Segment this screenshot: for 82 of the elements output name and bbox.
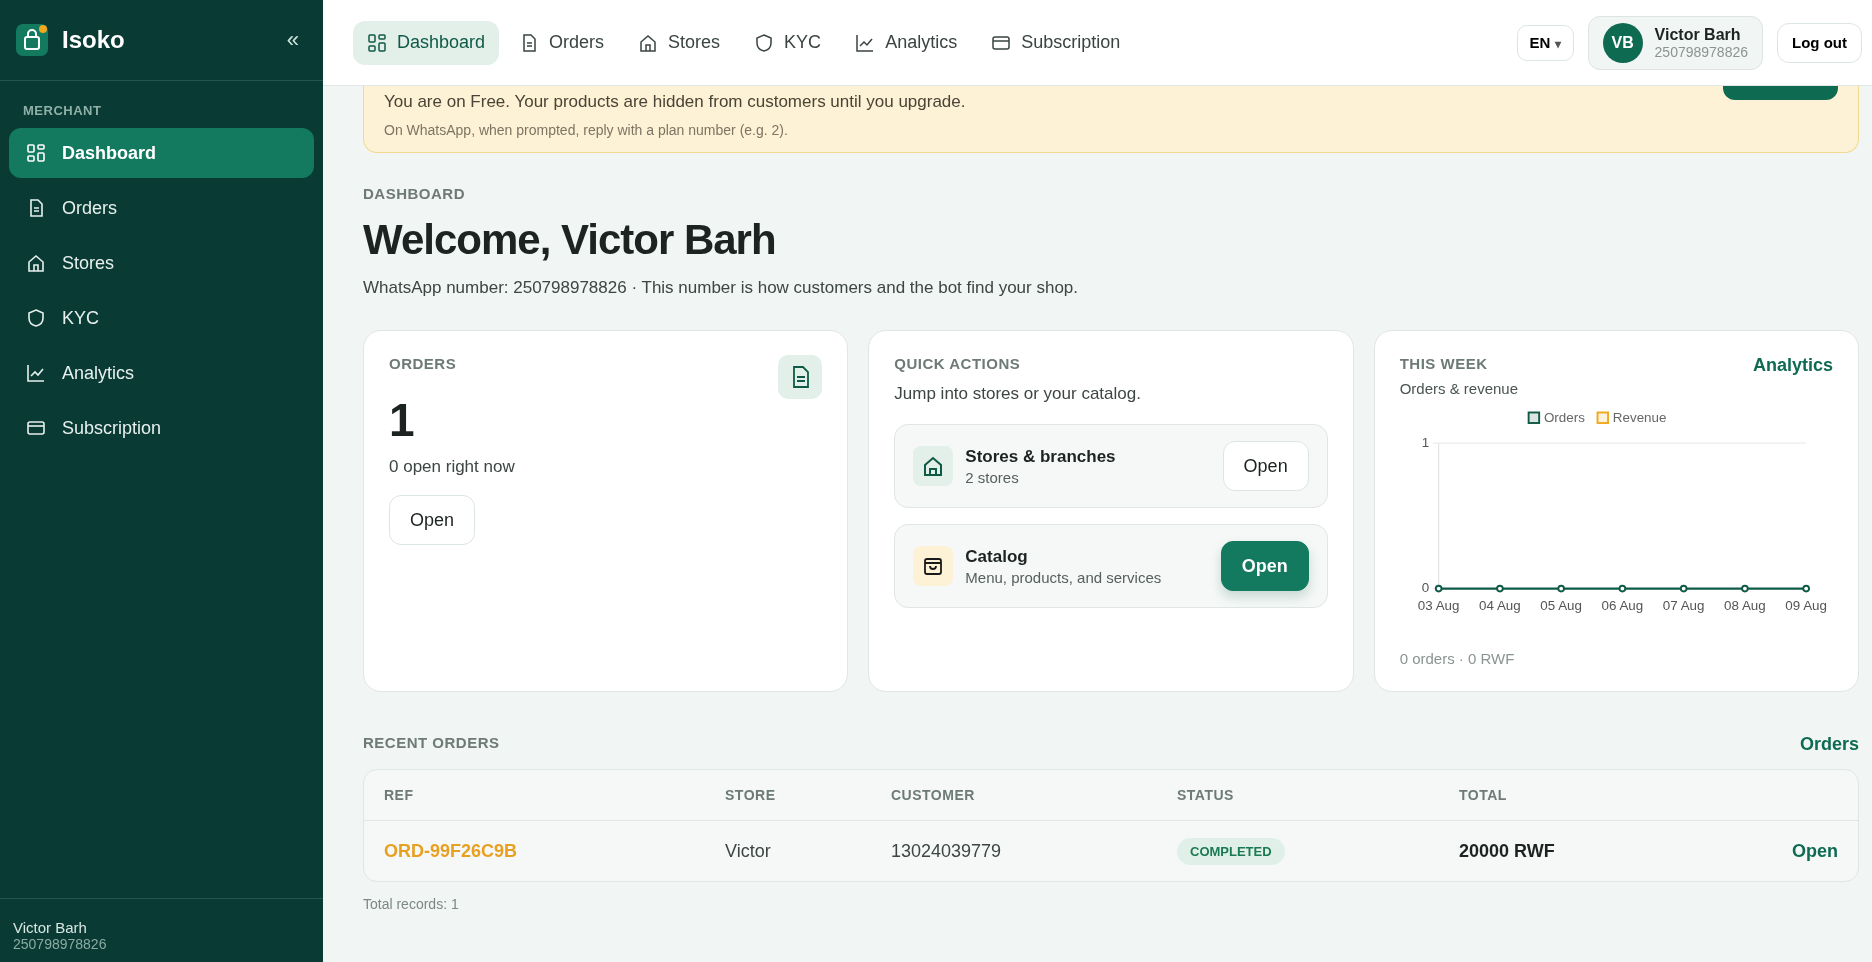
sidebar-item[interactable]: Analytics — [9, 348, 314, 398]
column-header: TOTAL — [1459, 787, 1508, 803]
user-name: Victor Barh — [13, 919, 88, 936]
account-phone: 250798978826 — [1654, 43, 1748, 60]
x-tick: 08 Aug — [1723, 597, 1766, 613]
y-tick: 1 — [1421, 434, 1429, 450]
action-title: Catalog — [965, 546, 1029, 567]
column-header: REF — [384, 787, 415, 803]
logout-button[interactable]: Log out — [1777, 22, 1862, 63]
grid-icon — [26, 143, 46, 163]
orders-count: 1 — [389, 393, 416, 447]
column-header: STORE — [725, 787, 777, 803]
account-chip[interactable]: VB Victor Barh 250798978826 — [1587, 15, 1763, 70]
sidebar-item[interactable]: Stores — [9, 238, 314, 288]
document-icon — [778, 355, 823, 399]
orders-note: 0 open right now — [389, 457, 516, 477]
chart-icon — [26, 363, 46, 383]
table-cell-text: Victor — [725, 840, 772, 862]
sidebar-item[interactable]: Orders — [9, 183, 314, 233]
grid-icon — [367, 32, 387, 53]
page-eyebrow: DASHBOARD — [363, 185, 466, 202]
home-icon — [913, 446, 954, 486]
table-cell-text: 13024039779 — [891, 840, 1003, 862]
nav-tab[interactable]: Stores — [624, 20, 735, 65]
card-icon — [26, 418, 46, 438]
bag-icon — [913, 546, 954, 586]
total-records: Total records: 1 — [363, 896, 460, 912]
upgrade-button[interactable] — [1723, 86, 1838, 100]
x-tick: 06 Aug — [1601, 597, 1643, 613]
open-link[interactable]: Open — [1792, 840, 1838, 861]
nav-tab[interactable]: KYC — [740, 20, 836, 65]
section-label: RECENT ORDERS — [363, 734, 500, 753]
week-summary: 0 orders · 0 RWF — [1399, 650, 1516, 667]
avatar: VB — [1602, 22, 1643, 63]
action-title: Stores & branches — [965, 446, 1117, 467]
sidebar-item[interactable]: KYC — [9, 293, 314, 343]
card-label: THIS WEEK — [1399, 355, 1488, 372]
page-title: Welcome, Victor Barh — [363, 216, 777, 264]
home-icon — [26, 253, 46, 273]
column-header: CUSTOMER — [891, 787, 976, 803]
nav-tab[interactable]: Subscription — [977, 20, 1135, 65]
user-phone: 250798978826 — [13, 936, 108, 952]
open-button[interactable]: Open — [1220, 541, 1309, 591]
legend-label: Orders — [1543, 410, 1585, 426]
sidebar-item[interactable]: Subscription — [9, 403, 314, 453]
card-label: ORDERS — [389, 355, 457, 372]
x-tick: 05 Aug — [1540, 597, 1582, 613]
home-icon — [638, 32, 659, 53]
banner-message: You are on Free. Your products are hidden from customers until you upgrade. — [384, 92, 966, 112]
account-name: Victor Barh — [1654, 25, 1742, 44]
legend-label: Revenue — [1612, 410, 1667, 426]
brand-name: Isoko — [62, 26, 126, 54]
analytics-link[interactable]: Analytics — [1752, 355, 1833, 376]
x-tick: 09 Aug — [1785, 597, 1827, 613]
shield-icon — [754, 32, 775, 53]
banner-hint: On WhatsApp, when prompted, reply with a plan number (e.g. 2). — [384, 122, 789, 138]
shield-icon — [26, 308, 46, 328]
sidebar-item[interactable]: Dashboard — [9, 128, 314, 178]
action-subtitle: Menu, products, and services — [965, 568, 1163, 586]
x-tick: 03 Aug — [1417, 597, 1460, 613]
card-label: QUICK ACTIONS — [894, 355, 1022, 372]
nav-tab[interactable]: Dashboard — [353, 20, 500, 65]
status-badge: COMPLETED — [1177, 837, 1285, 865]
page-subtitle: WhatsApp number: 250798978826 · This number is how customers and the bot find your shop. — [363, 278, 1080, 298]
card-subtitle: Orders & revenue — [1399, 380, 1520, 397]
orders-link[interactable]: Orders — [1799, 734, 1859, 755]
table-cell-text: 20000 RWF — [1459, 840, 1556, 862]
nav-tab[interactable]: Orders — [505, 20, 619, 65]
chart-icon — [855, 32, 876, 53]
card-note: Jump into stores or your catalog. — [894, 384, 1142, 404]
x-tick: 04 Aug — [1478, 597, 1521, 613]
x-tick: 07 Aug — [1662, 597, 1705, 613]
open-button[interactable]: Open — [1222, 441, 1309, 491]
section-label: MERCHANT — [22, 102, 103, 120]
nav-tab[interactable]: Analytics — [841, 20, 972, 65]
collapse-button[interactable]: « — [278, 27, 307, 53]
open-button[interactable]: Open — [389, 495, 476, 545]
action-subtitle: 2 stores — [965, 468, 1020, 486]
shopping-bag-logo-icon — [16, 24, 48, 56]
y-tick: 0 — [1421, 580, 1429, 596]
column-header: STATUS — [1177, 787, 1235, 803]
language-select[interactable]: EN ▾ — [1516, 24, 1574, 61]
